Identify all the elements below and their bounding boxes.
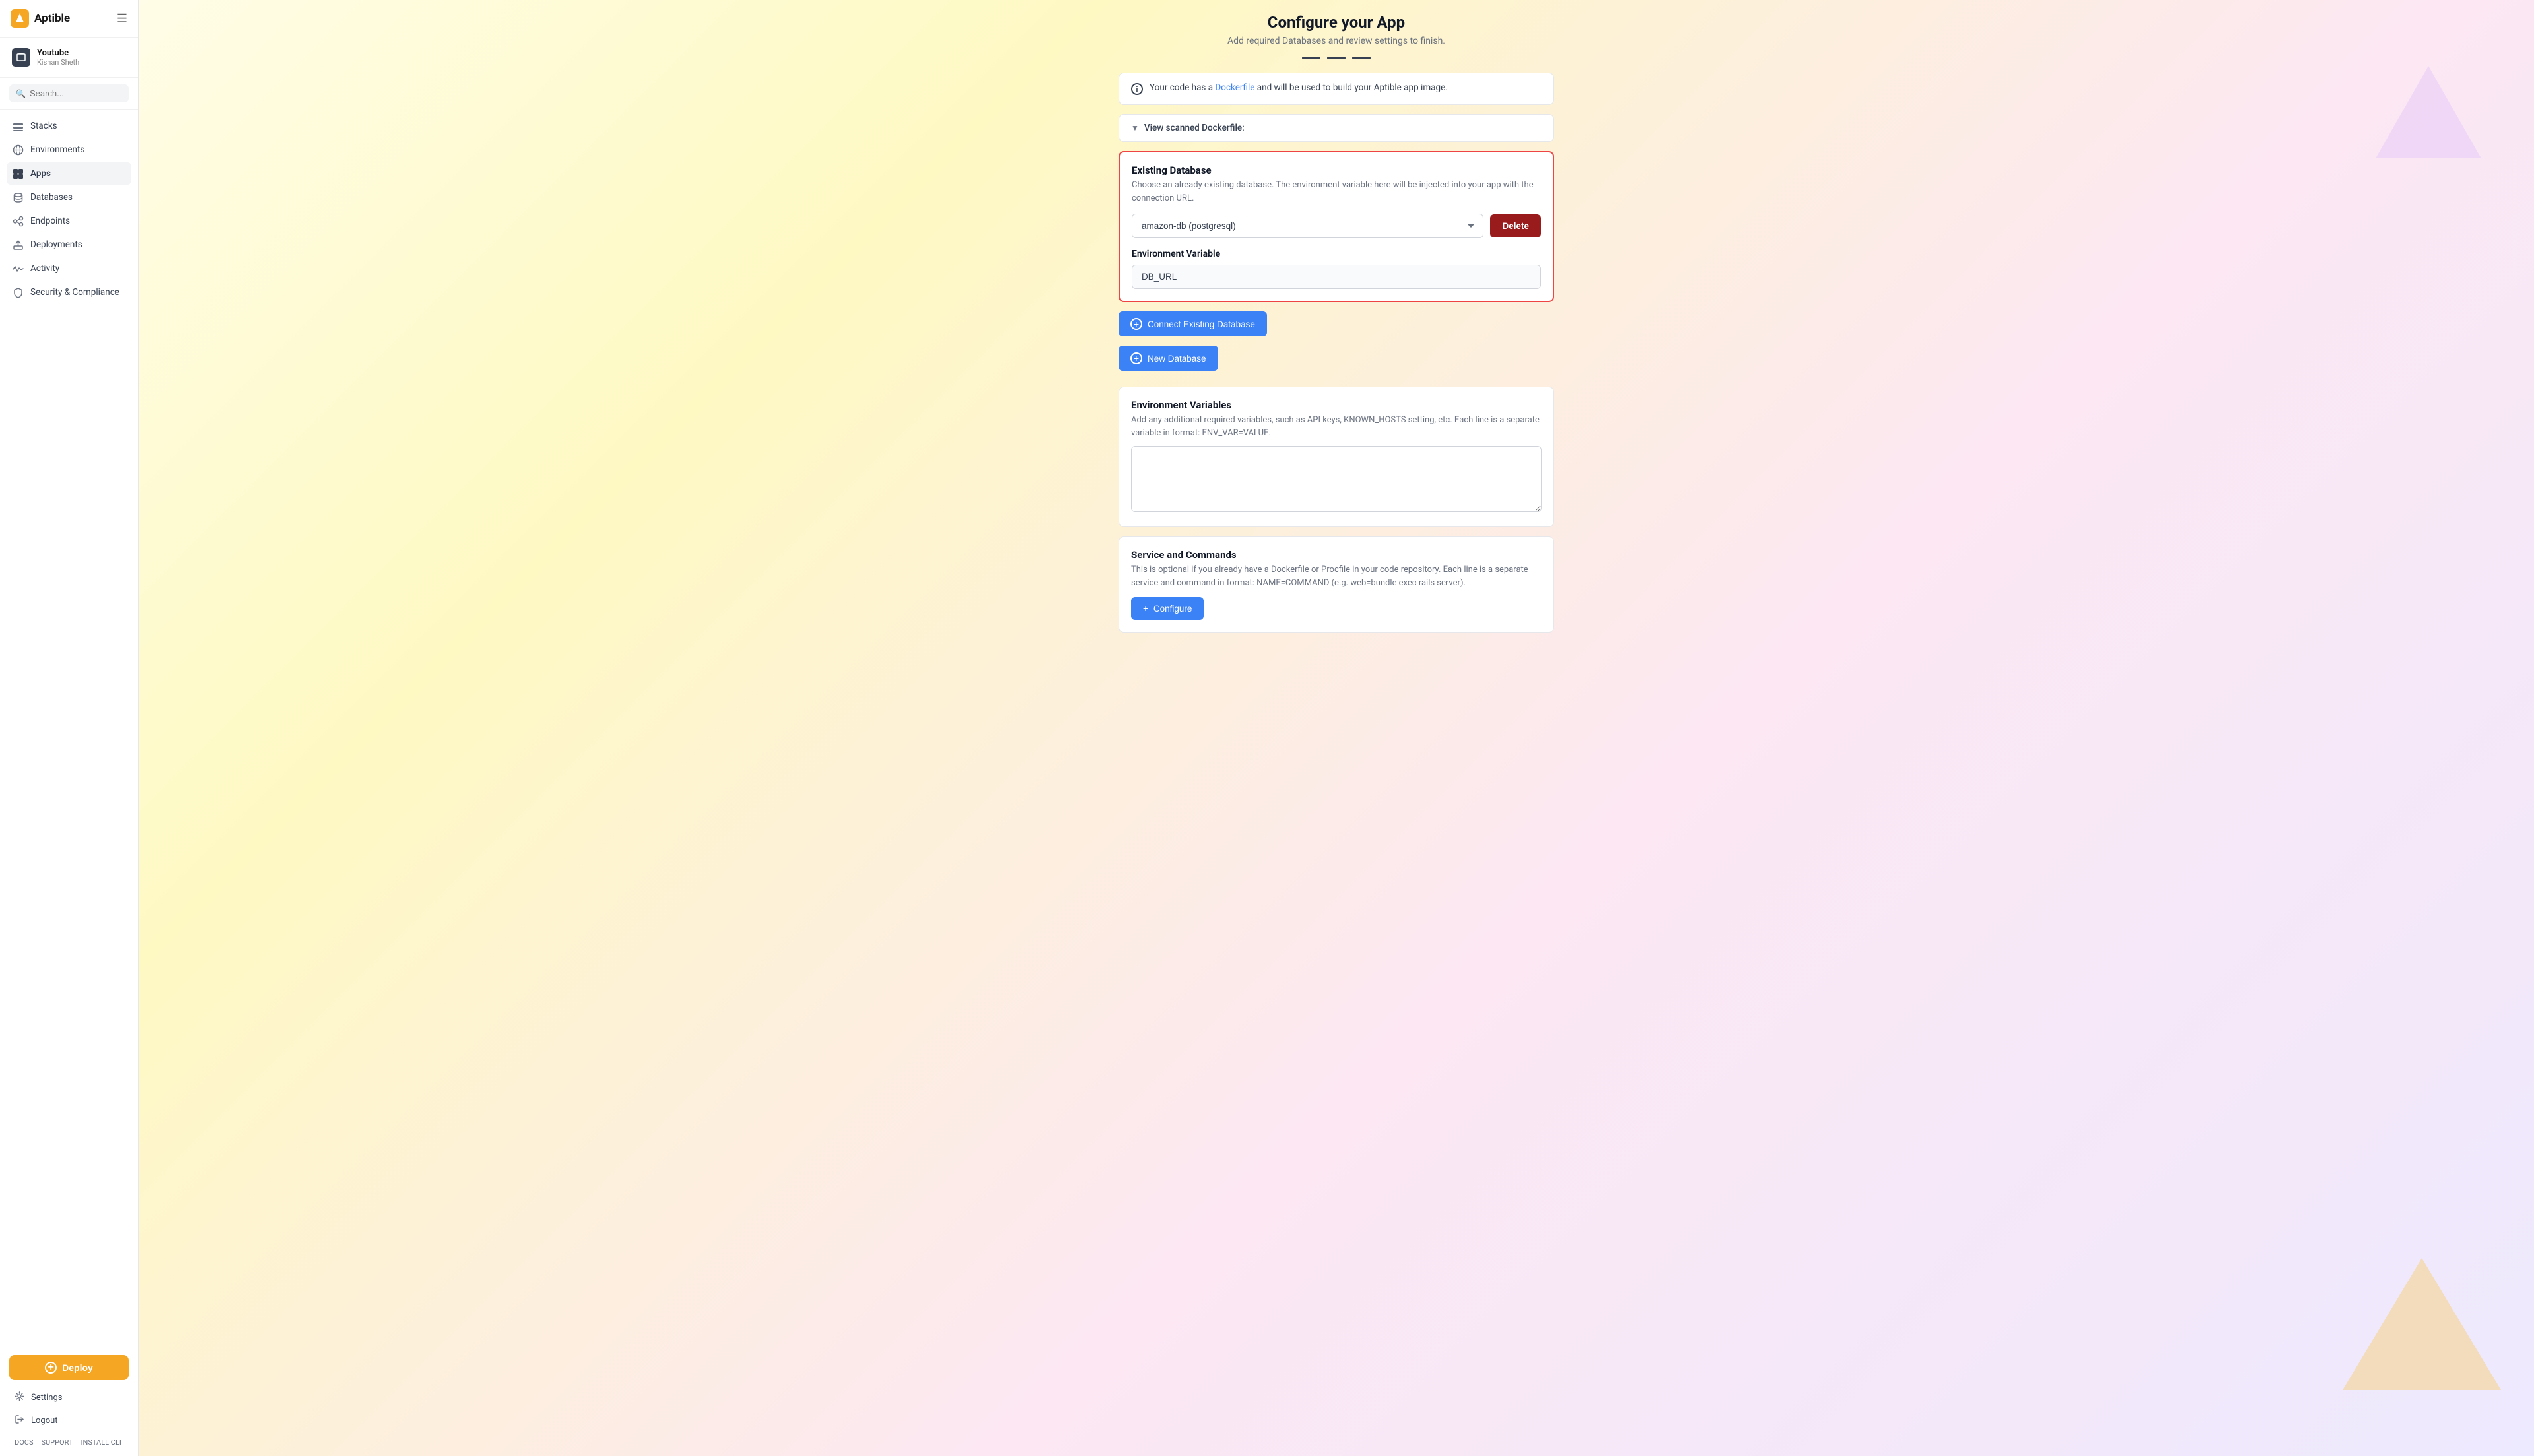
existing-db-desc: Choose an already existing database. The… bbox=[1132, 179, 1541, 205]
view-dockerfile-label: View scanned Dockerfile: bbox=[1144, 123, 1245, 133]
org-section: Youtube Kishan Sheth bbox=[0, 38, 138, 78]
page-subtitle: Add required Databases and review settin… bbox=[1119, 36, 1554, 46]
aptible-logo-icon bbox=[11, 9, 29, 28]
sidebar-item-endpoints-label: Endpoints bbox=[30, 216, 70, 226]
deploy-plus-icon: + bbox=[45, 1362, 57, 1374]
view-dockerfile-toggle[interactable]: ▼ View scanned Dockerfile: bbox=[1119, 114, 1554, 142]
bg-triangle-pink bbox=[2376, 66, 2481, 158]
sidebar-footer: + Deploy Settings Logout DOCS SUPPORT IN… bbox=[0, 1348, 138, 1456]
logout-nav-item[interactable]: Logout bbox=[9, 1410, 129, 1432]
env-var-label: Environment Variable bbox=[1132, 249, 1541, 259]
new-db-plus-icon: + bbox=[1130, 352, 1142, 364]
search-section: 🔍 bbox=[0, 78, 138, 110]
sidebar-item-databases[interactable]: Databases bbox=[7, 186, 131, 208]
info-banner: i Your code has a Dockerfile and will be… bbox=[1119, 73, 1554, 105]
app-name: Aptible bbox=[34, 12, 70, 25]
sidebar-item-activity[interactable]: Activity bbox=[7, 257, 131, 280]
search-icon: 🔍 bbox=[16, 89, 26, 98]
service-section: Service and Commands This is optional if… bbox=[1119, 536, 1554, 633]
step-line-3 bbox=[1352, 57, 1371, 59]
sidebar-item-stacks-label: Stacks bbox=[30, 121, 57, 131]
logout-label: Logout bbox=[31, 1416, 58, 1426]
main-content: Configure your App Add required Database… bbox=[139, 0, 2534, 1456]
logo: Aptible bbox=[11, 9, 70, 28]
step-line-1 bbox=[1302, 57, 1320, 59]
sidebar-item-stacks[interactable]: Stacks bbox=[7, 115, 131, 137]
settings-nav-item[interactable]: Settings bbox=[9, 1387, 129, 1409]
sidebar-item-security-label: Security & Compliance bbox=[30, 287, 119, 298]
sidebar-header: Aptible ☰ bbox=[0, 0, 138, 38]
activity-icon bbox=[12, 263, 24, 274]
configure-label: Configure bbox=[1153, 604, 1192, 614]
sidebar-item-activity-label: Activity bbox=[30, 263, 59, 274]
org-item[interactable]: Youtube Kishan Sheth bbox=[9, 44, 129, 71]
service-desc: This is optional if you already have a D… bbox=[1131, 563, 1542, 589]
existing-db-section: Existing Database Choose an already exis… bbox=[1119, 151, 1554, 302]
sidebar-item-deployments-label: Deployments bbox=[30, 239, 82, 250]
chevron-down-icon: ▼ bbox=[1131, 123, 1139, 133]
search-input[interactable] bbox=[30, 88, 122, 98]
settings-icon bbox=[15, 1391, 24, 1404]
connect-existing-db-button[interactable]: + Connect Existing Database bbox=[1119, 311, 1267, 336]
dockerfile-link[interactable]: Dockerfile bbox=[1215, 82, 1254, 93]
search-box: 🔍 bbox=[9, 84, 129, 102]
new-database-button[interactable]: + New Database bbox=[1119, 346, 1218, 371]
service-title: Service and Commands bbox=[1131, 549, 1542, 561]
docs-link[interactable]: DOCS bbox=[15, 1438, 33, 1447]
hamburger-icon[interactable]: ☰ bbox=[117, 12, 127, 26]
step-line-2 bbox=[1327, 57, 1346, 59]
configure-button[interactable]: + Configure bbox=[1131, 597, 1204, 620]
sidebar-item-databases-label: Databases bbox=[30, 192, 73, 203]
db-select-row: amazon-db (postgresql) Delete bbox=[1132, 214, 1541, 238]
connect-existing-label: Connect Existing Database bbox=[1148, 319, 1255, 329]
env-vars-textarea[interactable] bbox=[1131, 446, 1542, 512]
database-icon bbox=[12, 191, 24, 203]
deploy-label: Deploy bbox=[62, 1362, 93, 1373]
sidebar-item-apps[interactable]: Apps bbox=[7, 162, 131, 185]
db-select[interactable]: amazon-db (postgresql) bbox=[1132, 214, 1483, 238]
env-var-input[interactable] bbox=[1132, 265, 1541, 289]
content-area: Configure your App Add required Database… bbox=[1105, 0, 1567, 668]
sidebar-item-environments-label: Environments bbox=[30, 144, 84, 155]
env-vars-desc: Add any additional required variables, s… bbox=[1131, 414, 1542, 439]
env-vars-title: Environment Variables bbox=[1131, 399, 1542, 411]
footer-links: DOCS SUPPORT INSTALL CLI bbox=[9, 1433, 129, 1449]
sidebar-item-endpoints[interactable]: Endpoints bbox=[7, 210, 131, 232]
deployments-icon bbox=[12, 239, 24, 251]
info-text-after: and will be used to build your Aptible a… bbox=[1254, 82, 1447, 93]
info-text-before: Your code has a bbox=[1150, 82, 1215, 93]
org-icon bbox=[12, 48, 30, 67]
sidebar: Aptible ☰ Youtube Kishan Sheth 🔍 Stacks bbox=[0, 0, 139, 1456]
sidebar-item-environments[interactable]: Environments bbox=[7, 139, 131, 161]
endpoints-icon bbox=[12, 215, 24, 227]
org-name: Youtube bbox=[37, 48, 79, 58]
delete-button[interactable]: Delete bbox=[1490, 214, 1541, 237]
support-link[interactable]: SUPPORT bbox=[41, 1438, 73, 1447]
nav-section: Stacks Environments Apps Databases Endpo… bbox=[0, 110, 138, 1348]
env-vars-section: Environment Variables Add any additional… bbox=[1119, 387, 1554, 527]
connect-plus-icon: + bbox=[1130, 318, 1142, 330]
sidebar-item-deployments[interactable]: Deployments bbox=[7, 234, 131, 256]
install-cli-link[interactable]: INSTALL CLI bbox=[81, 1438, 121, 1447]
bg-triangle-yellow bbox=[2343, 1258, 2501, 1390]
org-user: Kishan Sheth bbox=[37, 58, 79, 67]
sidebar-item-security[interactable]: Security & Compliance bbox=[7, 281, 131, 303]
new-database-label: New Database bbox=[1148, 354, 1206, 364]
logout-icon bbox=[15, 1414, 24, 1427]
configure-plus-icon: + bbox=[1143, 604, 1148, 614]
sidebar-item-apps-label: Apps bbox=[30, 168, 51, 179]
globe-icon bbox=[12, 144, 24, 156]
deploy-button[interactable]: + Deploy bbox=[9, 1355, 129, 1380]
shield-icon bbox=[12, 286, 24, 298]
page-title: Configure your App bbox=[1119, 13, 1554, 32]
apps-icon bbox=[12, 168, 24, 179]
org-info: Youtube Kishan Sheth bbox=[37, 48, 79, 67]
step-indicators bbox=[1119, 57, 1554, 59]
settings-label: Settings bbox=[31, 1393, 62, 1403]
stacks-icon bbox=[12, 120, 24, 132]
existing-db-title: Existing Database bbox=[1132, 164, 1541, 176]
info-icon: i bbox=[1131, 83, 1143, 95]
info-banner-text: Your code has a Dockerfile and will be u… bbox=[1150, 82, 1448, 93]
